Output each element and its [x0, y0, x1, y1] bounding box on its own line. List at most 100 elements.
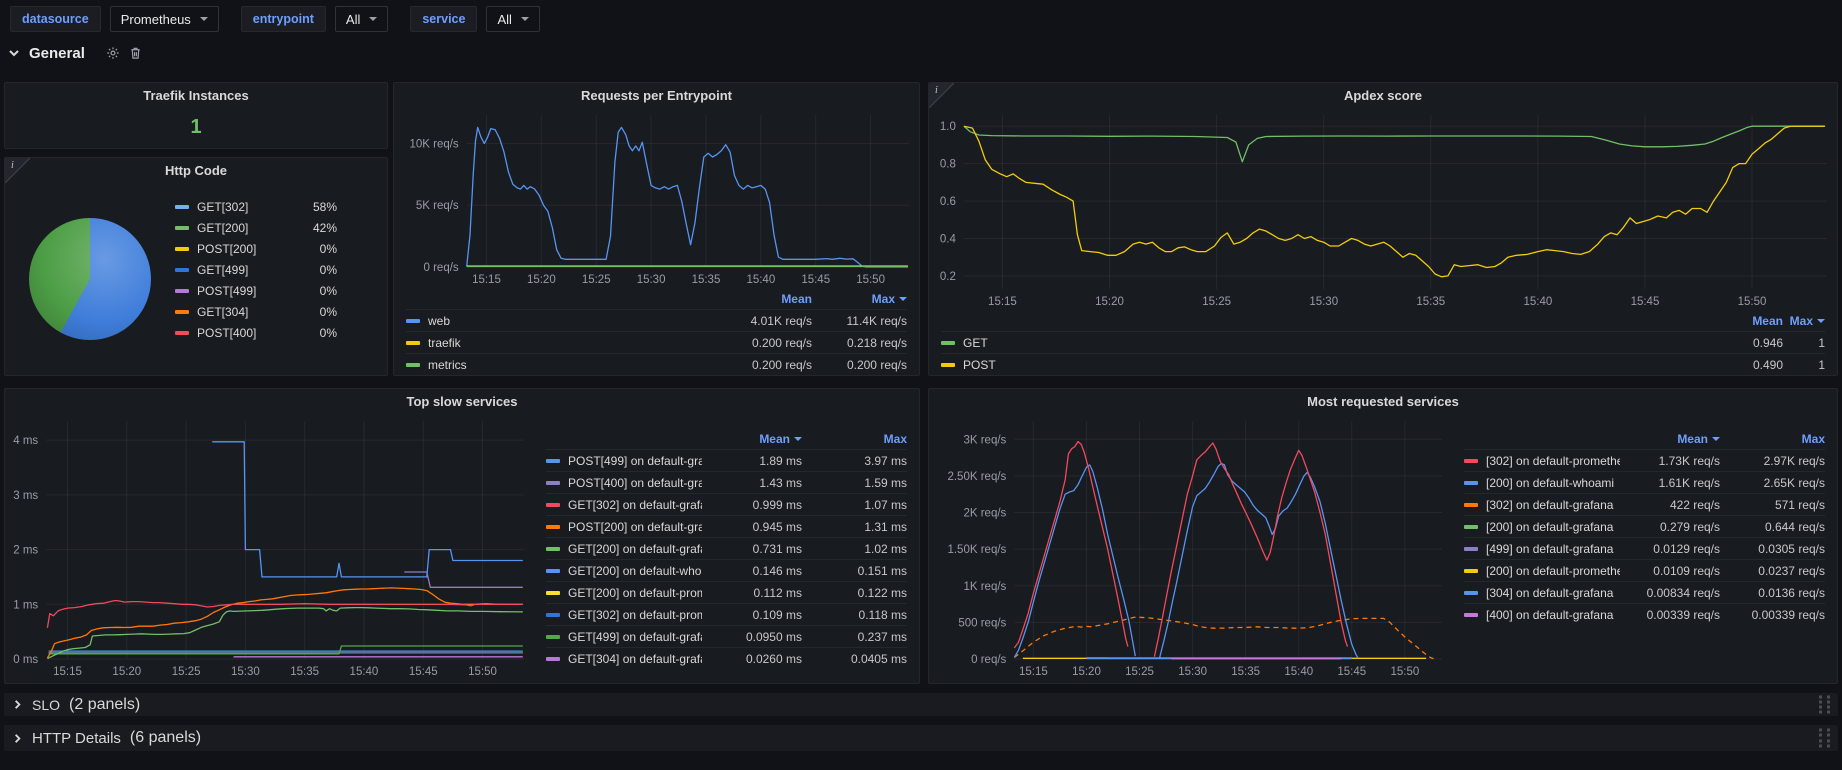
series-color-swatch [175, 205, 189, 209]
series-name[interactable]: traefik [428, 336, 461, 350]
pie-legend-row[interactable]: POST[400]0% [175, 322, 337, 343]
gear-icon[interactable] [106, 46, 120, 60]
legend-mean-value: 1.73K req/s [1620, 454, 1720, 468]
legend-row[interactable]: GET[499] on default-grafana0.0950 ms0.23… [546, 625, 907, 647]
legend-header: MeanMax [546, 429, 907, 449]
series-name[interactable]: GET[200] on default-prometheus [568, 586, 702, 600]
series-name[interactable]: [400] on default-grafana [1486, 608, 1613, 622]
panel-title[interactable]: Requests per Entrypoint [394, 83, 919, 107]
legend-max-value: 571 req/s [1720, 498, 1825, 512]
series-name[interactable]: [302] on default-prometheus [1486, 454, 1620, 468]
panel-title[interactable]: Http Code [5, 158, 387, 182]
legend-row[interactable]: GET[302] on default-prometheus0.109 ms0.… [546, 603, 907, 625]
legend-row[interactable]: [200] on default-grafana0.279 req/s0.644… [1464, 515, 1825, 537]
series-name[interactable]: GET[200] [197, 221, 293, 235]
series-name[interactable]: POST[400] [197, 326, 293, 340]
legend-sort-mean[interactable]: Mean [1620, 432, 1720, 446]
series-name[interactable]: GET[200] on default-whoami [568, 564, 702, 578]
legend-row[interactable]: metrics0.200 req/s0.200 req/s [406, 353, 907, 375]
legend-row[interactable]: POST[400] on default-grafana1.43 ms1.59 … [546, 471, 907, 493]
legend-sort-max[interactable]: Max [1783, 314, 1825, 328]
series-color-swatch [546, 481, 560, 485]
series-name[interactable]: POST [963, 358, 996, 372]
legend-row[interactable]: traefik0.200 req/s0.218 req/s [406, 331, 907, 353]
series-name[interactable]: POST[400] on default-grafana [568, 476, 702, 490]
series-name[interactable]: web [428, 314, 450, 328]
series-name[interactable]: GET[304] on default-grafana [568, 652, 702, 666]
legend-row[interactable]: web4.01K req/s11.4K req/s [406, 309, 907, 331]
series-name[interactable]: GET[302] on default-prometheus [568, 608, 702, 622]
pie-legend-row[interactable]: GET[499]0% [175, 259, 337, 280]
legend-row[interactable]: GET0.9461 [941, 331, 1825, 353]
series-name[interactable]: GET[304] [197, 305, 293, 319]
panel-title[interactable]: Traefik Instances [5, 83, 387, 107]
legend-row[interactable]: [200] on default-whoami1.61K req/s2.65K … [1464, 471, 1825, 493]
series-color-swatch [175, 289, 189, 293]
series-name[interactable]: GET[499] [197, 263, 293, 277]
legend-sort-mean[interactable]: Mean [702, 432, 802, 446]
legend-row[interactable]: [302] on default-grafana422 req/s571 req… [1464, 493, 1825, 515]
legend-row[interactable]: [200] on default-prometheus0.0109 req/s0… [1464, 559, 1825, 581]
pie-legend-row[interactable]: POST[499]0% [175, 280, 337, 301]
pie-legend-row[interactable]: GET[302]58% [175, 196, 337, 217]
series-name[interactable]: POST[499] [197, 284, 293, 298]
legend-sort-max[interactable]: Max [812, 292, 907, 306]
series-name[interactable]: [200] on default-whoami [1486, 476, 1614, 490]
legend-sort-max[interactable]: Max [1720, 432, 1825, 446]
panel-title[interactable]: Most requested services [929, 389, 1837, 413]
row-slo[interactable]: SLO (2 panels) [4, 693, 1838, 716]
series-name[interactable]: metrics [428, 358, 467, 372]
series-color-swatch [175, 268, 189, 272]
row-drag-handle[interactable] [1819, 729, 1832, 748]
legend-row[interactable]: POST0.4901 [941, 353, 1825, 375]
legend-row[interactable]: GET[200] on default-prometheus0.112 ms0.… [546, 581, 907, 603]
legend-header: MeanMax [1464, 429, 1825, 449]
row-drag-handle[interactable] [1819, 695, 1832, 714]
x-tick-label: 15:35 [290, 666, 319, 678]
series-name[interactable]: GET[200] on default-grafana [568, 542, 702, 556]
series-name[interactable]: [200] on default-grafana [1486, 520, 1613, 534]
series-name[interactable]: [200] on default-prometheus [1486, 564, 1620, 578]
series-name[interactable]: GET [963, 336, 988, 350]
pie-slice-percent: 42% [301, 221, 337, 235]
legend-sort-max[interactable]: Max [802, 432, 907, 446]
series-name[interactable]: [304] on default-grafana [1486, 586, 1613, 600]
legend-row[interactable]: [304] on default-grafana0.00834 req/s0.0… [1464, 581, 1825, 603]
series-name[interactable]: GET[499] on default-grafana [568, 630, 702, 644]
pie-slice-percent: 0% [301, 242, 337, 256]
row-http-details[interactable]: HTTP Details (6 panels) [4, 725, 1838, 751]
y-tick-label: 0.8 [940, 159, 956, 171]
pie-legend-row[interactable]: GET[304]0% [175, 301, 337, 322]
datasource-select[interactable]: Prometheus [110, 6, 219, 32]
legend-row[interactable]: GET[302] on default-grafana0.999 ms1.07 … [546, 493, 907, 515]
row-general[interactable]: General [8, 41, 142, 65]
service-select[interactable]: All [486, 6, 539, 32]
entrypoint-select[interactable]: All [335, 6, 388, 32]
info-icon[interactable]: i [929, 83, 954, 108]
series-name[interactable]: POST[200] [197, 242, 293, 256]
legend-row[interactable]: [302] on default-prometheus1.73K req/s2.… [1464, 449, 1825, 471]
series-name[interactable]: POST[499] on default-grafana [568, 454, 702, 468]
legend-row[interactable]: POST[200] on default-grafana0.945 ms1.31… [546, 515, 907, 537]
trash-icon[interactable] [129, 46, 142, 60]
legend-sort-mean[interactable]: Mean [717, 292, 812, 306]
most-requested-content: 15:1515:2015:2515:3015:3515:4015:4515:50… [929, 413, 1837, 681]
series-name[interactable]: [499] on default-grafana [1486, 542, 1613, 556]
info-icon[interactable]: i [5, 158, 30, 183]
pie-legend-row[interactable]: GET[200] 42% [175, 217, 337, 238]
legend-row[interactable]: GET[200] on default-whoami0.146 ms0.151 … [546, 559, 907, 581]
legend-row[interactable]: POST[499] on default-grafana1.89 ms3.97 … [546, 449, 907, 471]
legend-row[interactable]: GET[304] on default-grafana0.0260 ms0.04… [546, 647, 907, 669]
panel-title[interactable]: Top slow services [5, 389, 919, 413]
legend-row[interactable]: GET[200] on default-grafana0.731 ms1.02 … [546, 537, 907, 559]
legend-sort-mean[interactable]: Mean [1713, 314, 1783, 328]
legend-row[interactable]: [400] on default-grafana0.00339 req/s0.0… [1464, 603, 1825, 625]
series-name[interactable]: [302] on default-grafana [1486, 498, 1613, 512]
series-name[interactable]: GET[302] on default-grafana [568, 498, 702, 512]
pie-legend-row[interactable]: POST[200] 0% [175, 238, 337, 259]
legend-mean-value: 0.0109 req/s [1620, 564, 1720, 578]
series-name[interactable]: POST[200] on default-grafana [568, 520, 702, 534]
panel-title[interactable]: Apdex score [929, 83, 1837, 107]
series-name[interactable]: GET[302] [197, 200, 293, 214]
legend-row[interactable]: [499] on default-grafana0.0129 req/s0.03… [1464, 537, 1825, 559]
